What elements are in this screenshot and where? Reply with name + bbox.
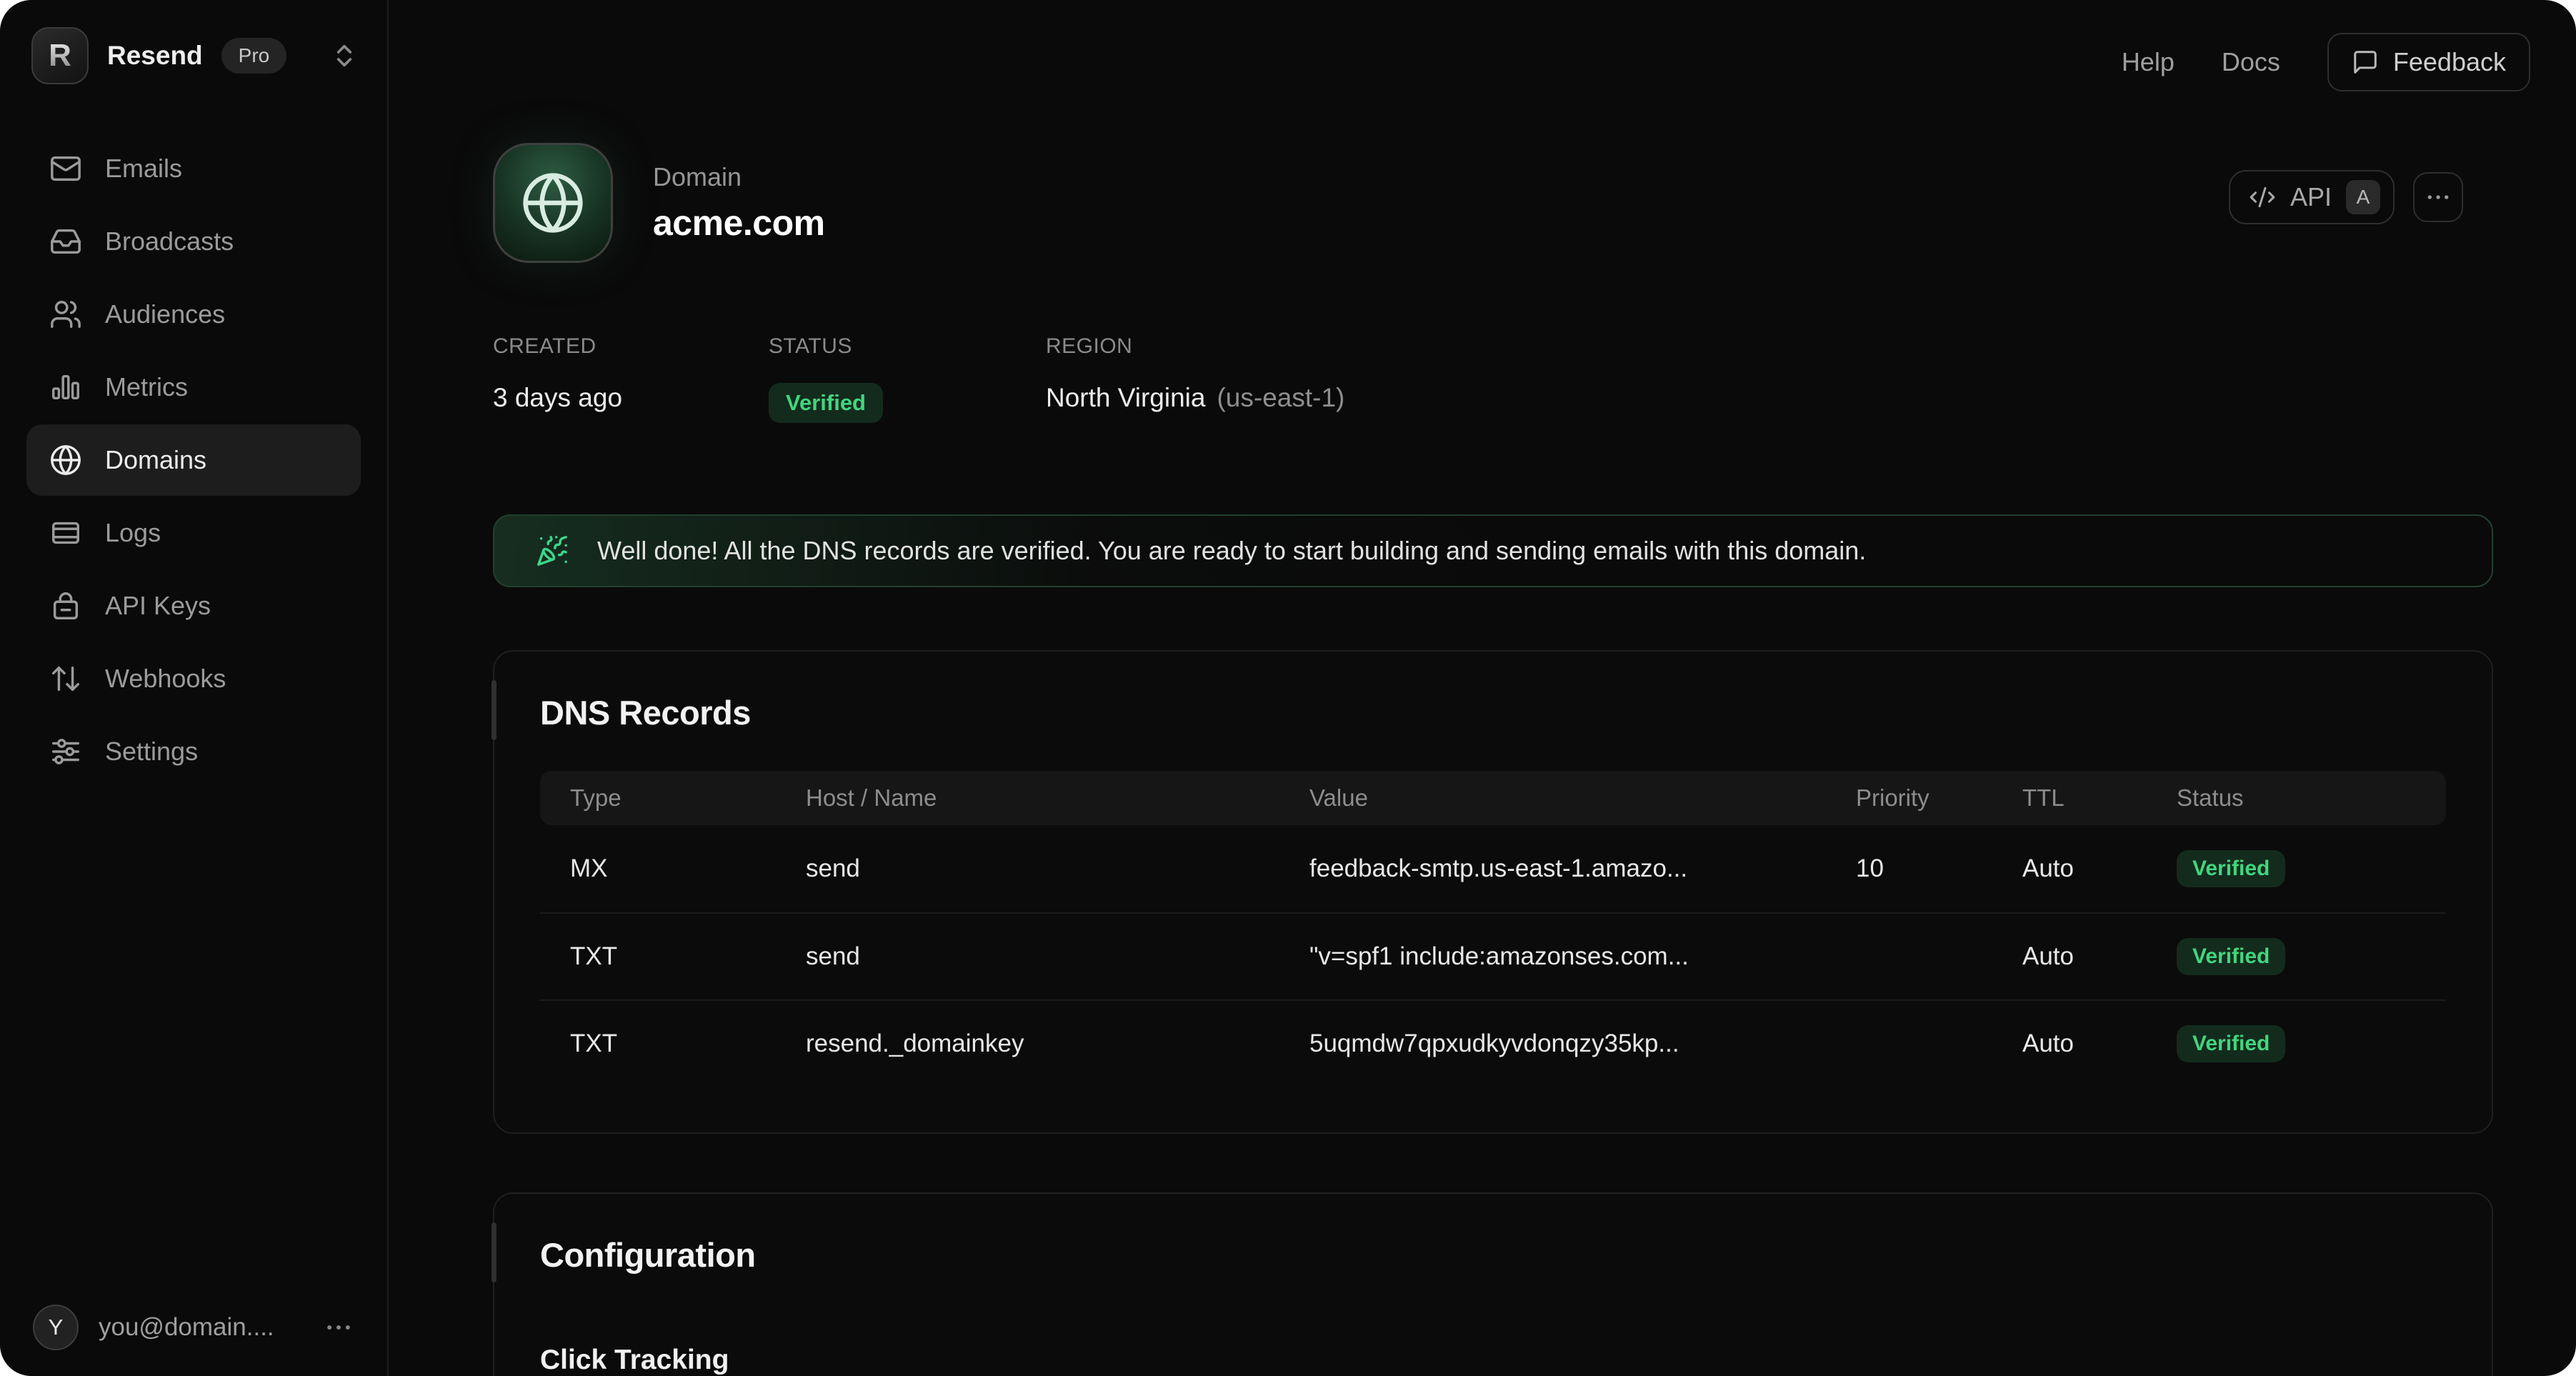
sidebar-nav: Emails Broadcasts Audiences Metrics Doma…: [0, 91, 387, 787]
card-accent-bar: [491, 680, 496, 740]
table-header: Type Host / Name Value Priority TTL Stat…: [540, 771, 2446, 825]
click-tracking-label: Click Tracking: [540, 1345, 2446, 1376]
api-button[interactable]: API A: [2229, 170, 2395, 224]
arrows-up-down-icon: [49, 662, 82, 695]
chevron-up-down-icon[interactable]: [330, 41, 359, 70]
globe-icon: [49, 444, 82, 477]
workspace-switcher[interactable]: R Resend Pro: [0, 0, 387, 91]
record-status-badge: Verified: [2177, 938, 2285, 975]
region-label: REGION: [1046, 334, 1344, 359]
user-menu[interactable]: Y you@domain....: [0, 1279, 387, 1376]
configuration-title: Configuration: [540, 1235, 2446, 1275]
sidebar-item-emails[interactable]: Emails: [26, 133, 361, 204]
sidebar-item-label: Broadcasts: [105, 226, 234, 256]
ellipsis-icon[interactable]: [323, 1312, 354, 1343]
record-value: feedback-smtp.us-east-1.amazo...: [1309, 854, 1856, 883]
domain-globe-icon: [493, 143, 613, 263]
keyboard-shortcut-badge: A: [2346, 180, 2380, 214]
dns-records-card: DNS Records Type Host / Name Value Prior…: [493, 650, 2493, 1134]
created-value: 3 days ago: [493, 383, 769, 413]
record-value: "v=spf1 include:amazonses.com...: [1309, 942, 1856, 971]
record-priority: 10: [1856, 854, 2022, 883]
column-header-priority: Priority: [1856, 784, 2022, 812]
domain-eyebrow: Domain: [653, 162, 825, 192]
plan-badge: Pro: [221, 38, 287, 74]
sidebar-item-label: Webhooks: [105, 664, 226, 694]
region-code: (us-east-1): [1217, 383, 1344, 413]
party-popper-icon: [536, 534, 569, 567]
resend-logo-icon: R: [31, 27, 89, 84]
column-header-ttl: TTL: [2022, 784, 2177, 812]
record-host: send: [806, 942, 1309, 971]
sidebar-item-logs[interactable]: Logs: [26, 497, 361, 569]
main-content: Domain acme.com API A CREATED 3 days ago…: [493, 0, 2493, 1376]
sidebar: R Resend Pro Emails Broadcasts Audiences: [0, 0, 389, 1376]
record-ttl: Auto: [2022, 942, 2177, 971]
table-row: MX send feedback-smtp.us-east-1.amazo...…: [540, 825, 2446, 912]
lock-icon: [49, 589, 82, 622]
table-row: TXT resend._domainkey 5uqmdw7qpxudkyvdon…: [540, 999, 2446, 1087]
status-badge: Verified: [769, 383, 883, 423]
users-icon: [49, 298, 82, 331]
column-header-status: Status: [2177, 784, 2416, 812]
rows-icon: [49, 517, 82, 549]
record-type: TXT: [570, 942, 806, 971]
sidebar-item-api-keys[interactable]: API Keys: [26, 570, 361, 642]
sidebar-item-settings[interactable]: Settings: [26, 716, 361, 787]
sidebar-item-label: Logs: [105, 518, 161, 548]
column-header-host: Host / Name: [806, 784, 1309, 812]
domain-header: Domain acme.com: [493, 143, 2493, 263]
record-type: MX: [570, 854, 806, 883]
sidebar-item-label: Settings: [105, 737, 198, 767]
banner-message: Well done! All the DNS records are verif…: [597, 536, 1866, 566]
success-banner: Well done! All the DNS records are verif…: [493, 514, 2493, 587]
record-type: TXT: [570, 1029, 806, 1058]
inbox-icon: [49, 225, 82, 258]
sidebar-item-audiences[interactable]: Audiences: [26, 279, 361, 350]
domain-meta: CREATED 3 days ago STATUS Verified REGIO…: [493, 334, 2493, 423]
table-row: TXT send "v=spf1 include:amazonses.com..…: [540, 912, 2446, 999]
api-button-label: API: [2290, 182, 2332, 212]
record-ttl: Auto: [2022, 854, 2177, 883]
sidebar-item-metrics[interactable]: Metrics: [26, 352, 361, 423]
status-label: STATUS: [769, 334, 1046, 359]
code-icon: [2249, 184, 2276, 211]
sidebar-item-label: Domains: [105, 445, 206, 475]
created-label: CREATED: [493, 334, 769, 359]
sliders-icon: [49, 735, 82, 768]
sidebar-item-label: Emails: [105, 154, 182, 184]
record-ttl: Auto: [2022, 1029, 2177, 1058]
mail-icon: [49, 152, 82, 185]
sidebar-item-webhooks[interactable]: Webhooks: [26, 643, 361, 714]
workspace-name: Resend: [107, 41, 203, 71]
sidebar-item-broadcasts[interactable]: Broadcasts: [26, 206, 361, 277]
ellipsis-icon: [2424, 183, 2452, 211]
avatar: Y: [33, 1305, 79, 1350]
sidebar-item-label: Metrics: [105, 372, 188, 402]
page-title: acme.com: [653, 202, 825, 244]
user-email: you@domain....: [99, 1313, 274, 1342]
more-options-button[interactable]: [2413, 172, 2463, 222]
record-host: resend._domainkey: [806, 1029, 1309, 1058]
column-header-type: Type: [570, 784, 806, 812]
bar-chart-icon: [49, 371, 82, 404]
record-value: 5uqmdw7qpxudkyvdonqzy35kp...: [1309, 1029, 1856, 1058]
column-header-value: Value: [1309, 784, 1856, 812]
record-status-badge: Verified: [2177, 850, 2285, 887]
sidebar-item-domains[interactable]: Domains: [26, 424, 361, 496]
sidebar-item-label: Audiences: [105, 299, 225, 329]
app-window: R Resend Pro Emails Broadcasts Audiences: [0, 0, 2576, 1376]
header-actions: API A: [2229, 170, 2463, 224]
record-host: send: [806, 854, 1309, 883]
card-accent-bar: [491, 1222, 496, 1282]
record-status-badge: Verified: [2177, 1025, 2285, 1062]
dns-records-title: DNS Records: [540, 693, 2446, 732]
sidebar-item-label: API Keys: [105, 591, 211, 621]
region-value: North Virginia: [1046, 383, 1205, 413]
configuration-card: Configuration Click Tracking: [493, 1192, 2493, 1376]
